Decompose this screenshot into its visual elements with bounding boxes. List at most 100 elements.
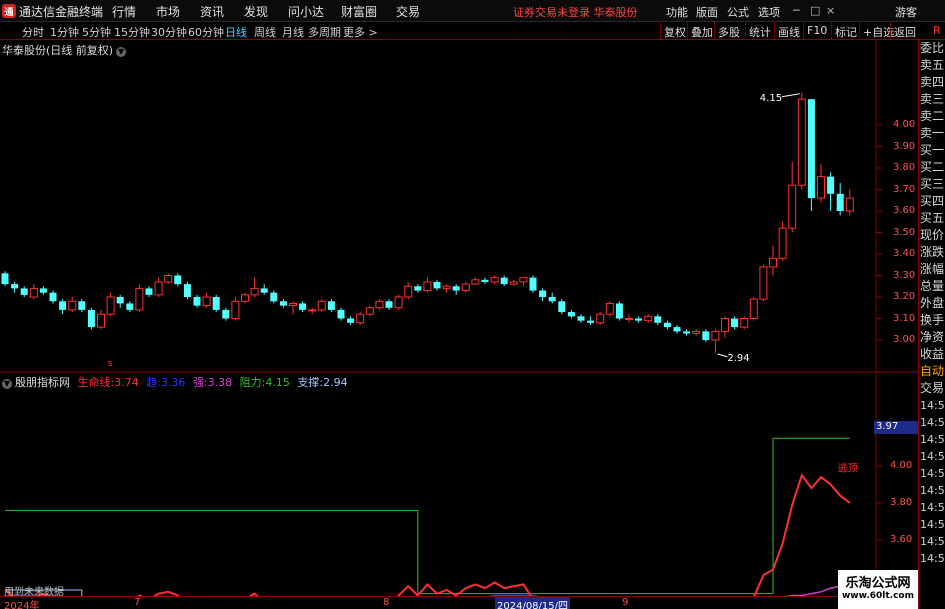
menu-news[interactable]: 资讯 <box>200 3 224 20</box>
r-badge: R <box>933 24 941 37</box>
panel-trade[interactable]: 交易 <box>919 380 945 397</box>
price-tick-label: 3.20 <box>893 291 916 302</box>
candle-body-down <box>11 284 19 289</box>
kline-chart[interactable]: 4.152.94s追涨追涨追涨逃顶 <box>0 40 918 596</box>
mark-button[interactable]: 标记 <box>831 22 860 39</box>
candle-body-down <box>558 301 566 313</box>
period-60min[interactable]: 60分钟 <box>188 24 224 40</box>
period-more[interactable]: 更多 > <box>343 24 378 40</box>
panel-volume[interactable]: 总量 <box>919 278 945 295</box>
candle-body-up <box>759 266 768 300</box>
period-monthly[interactable]: 月线 <box>282 24 304 40</box>
period-toolbar: 分时 1分钟 5分钟 15分钟 30分钟 60分钟 日线 周线 月线 多周期 更… <box>0 22 945 40</box>
period-5min[interactable]: 5分钟 <box>82 24 111 40</box>
candle-body-down <box>193 297 201 306</box>
panel-outer[interactable]: 外盘 <box>919 295 945 312</box>
candle-body-up <box>154 281 163 296</box>
candle-body-up <box>442 285 451 289</box>
period-1min[interactable]: 1分钟 <box>50 24 79 40</box>
menu-ask[interactable]: 问小达 <box>288 3 324 20</box>
panel-sell4[interactable]: 卖四 <box>919 74 945 91</box>
f10-button[interactable]: F10 <box>803 22 830 39</box>
minimize-button[interactable]: ─ <box>793 4 800 17</box>
panel-buy5[interactable]: 买五 <box>919 210 945 227</box>
candle-body-up <box>625 318 633 320</box>
menu-formula[interactable]: 公式 <box>727 4 749 20</box>
panel-price[interactable]: 现价 <box>919 227 945 244</box>
candle-body-up <box>740 318 749 328</box>
candle-body-down <box>126 303 134 310</box>
candle-body-up <box>509 281 518 285</box>
candle-body-down <box>529 277 537 291</box>
menu-wealth[interactable]: 财富圈 <box>341 3 377 20</box>
period-weekly[interactable]: 周线 <box>254 24 276 40</box>
panel-sell3[interactable]: 卖三 <box>919 91 945 108</box>
guest-login[interactable]: 游客 <box>895 4 917 20</box>
period-intraday[interactable]: 分时 <box>22 24 44 40</box>
price-tick-label: 4.00 <box>893 119 916 130</box>
menu-market[interactable]: 市场 <box>156 3 180 20</box>
maximize-button[interactable]: □ <box>810 4 820 17</box>
price-tick-label: 3.50 <box>893 226 916 238</box>
period-daily[interactable]: 日线 <box>225 24 247 40</box>
panel-sell1[interactable]: 卖一 <box>919 125 945 142</box>
candle-body-down <box>385 301 393 308</box>
overlay-button[interactable]: 叠加 <box>687 22 716 39</box>
trend-value: 3.36 <box>160 376 186 389</box>
trend-label: 趋: <box>146 376 161 389</box>
price-tick-label: 3.30 <box>893 269 916 281</box>
panel-buy3[interactable]: 买三 <box>919 176 945 193</box>
candle-body-up <box>135 287 144 311</box>
menu-options[interactable]: 选项 <box>758 4 780 20</box>
indicator-name: 殷朋指标网 <box>15 376 70 389</box>
multi-stock-button[interactable]: 多股 <box>714 22 743 39</box>
candle-body-down <box>539 290 547 297</box>
candle-body-up <box>788 184 797 229</box>
panel-weibi[interactable]: 委比 <box>919 40 945 57</box>
menu-trade[interactable]: 交易 <box>396 3 420 20</box>
panel-buy1[interactable]: 买一 <box>919 142 945 159</box>
tick-time: 14:56 <box>920 552 945 565</box>
tick-time: 14:56 <box>920 484 945 497</box>
indicator-series <box>4 437 851 596</box>
draw-line-button[interactable]: 画线 <box>774 22 803 39</box>
candle-body-down <box>260 288 268 293</box>
candle-body-up <box>692 330 701 335</box>
panel-auto[interactable]: 自动 <box>919 363 945 380</box>
candle-body-down <box>827 176 835 194</box>
menu-layout[interactable]: 版面 <box>696 4 718 20</box>
tick-time: 14:56 <box>920 535 945 548</box>
tick-time: 14:56 <box>920 518 945 531</box>
candle-body-up <box>289 302 297 307</box>
panel-sell5[interactable]: 卖五 <box>919 57 945 74</box>
panel-buy4[interactable]: 买四 <box>919 193 945 210</box>
candle-body-down <box>567 312 575 317</box>
panel-earnings[interactable]: 收益 <box>919 346 945 363</box>
menu-function[interactable]: 功能 <box>666 4 688 20</box>
watermark-title: 乐淘公式网 <box>845 576 911 591</box>
menu-market-quotes[interactable]: 行情 <box>112 3 136 20</box>
panel-change-pct[interactable]: 涨幅 <box>919 261 945 278</box>
login-notice[interactable]: 证券交易未登录 华泰股份 <box>513 4 638 20</box>
period-30min[interactable]: 30分钟 <box>151 24 187 40</box>
candle-body-down <box>270 292 278 302</box>
panel-sell2[interactable]: 卖二 <box>919 108 945 125</box>
menu-discover[interactable]: 发现 <box>244 3 268 20</box>
statistics-button[interactable]: 统计 <box>745 22 774 39</box>
back-button[interactable]: 返回 <box>890 22 919 39</box>
panel-buy2[interactable]: 买二 <box>919 159 945 176</box>
panel-net-assets[interactable]: 净资 <box>919 329 945 346</box>
panel-change[interactable]: 涨跌 <box>919 244 945 261</box>
high-price-label: 4.15 <box>760 93 782 104</box>
candle-body-down <box>452 286 460 291</box>
low-pointer <box>717 353 728 358</box>
panel-turnover[interactable]: 换手 <box>919 312 945 329</box>
close-button[interactable]: × <box>826 4 835 17</box>
adjust-button[interactable]: 复权 <box>660 22 689 39</box>
candle-body-up <box>778 227 787 259</box>
chevron-down-icon[interactable]: ▼ <box>2 379 12 389</box>
period-multi[interactable]: 多周期 <box>308 24 341 40</box>
period-15min[interactable]: 15分钟 <box>114 24 150 40</box>
candle-body-up <box>423 281 432 292</box>
indicator-tick-label: 3.60 <box>890 534 913 545</box>
